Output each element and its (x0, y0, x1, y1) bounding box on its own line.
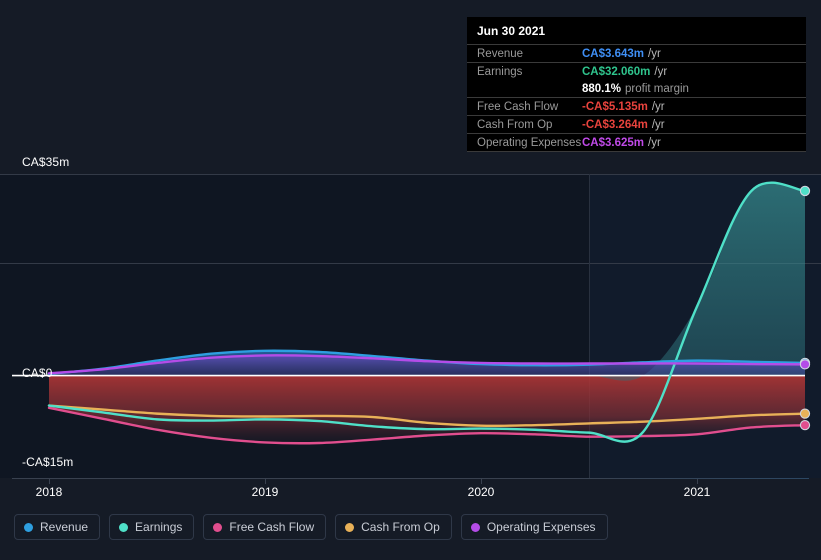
tooltip-profit-margin-row: 880.1% profit margin (467, 80, 806, 97)
legend-item-label: Cash From Op (361, 520, 440, 534)
legend-item-revenue[interactable]: Revenue (14, 514, 101, 540)
tooltip-metric-label: Earnings (477, 65, 523, 78)
legend-item-cash-from-op[interactable]: Cash From Op (335, 514, 452, 540)
x-axis-line (12, 478, 809, 479)
series-endpoint-earnings (799, 185, 811, 197)
y-axis-label-bottom: -CA$15m (22, 455, 74, 469)
tooltip-profit-margin-label: profit margin (625, 82, 689, 95)
y-axis-label-zero: CA$0 (22, 366, 53, 380)
series-endpoint-operating-expenses (799, 359, 811, 370)
legend-item-operating-expenses[interactable]: Operating Expenses (460, 514, 608, 540)
chart-legend: Revenue Earnings Free Cash Flow Cash From O… (14, 514, 608, 540)
legend-item-label: Operating Expenses (486, 520, 596, 534)
area-fill-negative (49, 375, 805, 444)
x-axis-tick (49, 479, 50, 484)
legend-color-dot-icon (24, 522, 33, 532)
tooltip-metric-value: CA$3.643m (582, 47, 645, 60)
x-axis-label-2019: 2019 (251, 485, 279, 499)
tooltip-metric-value: CA$32.060m (582, 65, 651, 78)
financials-chart-widget: CA$35m CA$0 -CA$15m 2018 2019 2020 2021 Jun… (0, 0, 821, 560)
tooltip-profit-margin-value: 880.1% (582, 82, 622, 95)
tooltip-date: Jun 30 2021 (477, 24, 546, 38)
tooltip-metric-label: Revenue (477, 47, 524, 60)
tooltip-metric-unit: /yr (648, 47, 661, 60)
tooltip-metric-unit: /yr (651, 118, 665, 131)
tooltip-row: Free Cash Flow -CA$5.135m/yr (467, 97, 806, 115)
legend-item-label: Earnings (135, 520, 183, 534)
tooltip-metric-unit: /yr (651, 100, 665, 113)
tooltip-rows: Revenue CA$3.643m/yr Earnings CA$32.060m/yr… (467, 44, 806, 152)
x-axis: 2018 2019 2020 2021 (0, 478, 821, 504)
tooltip-metric-label: Cash From Op (477, 118, 553, 131)
x-axis-tick (265, 479, 266, 484)
tooltip-row: Operating Expenses CA$3.625m/yr (467, 133, 806, 151)
x-axis-label-2020: 2020 (467, 485, 495, 499)
x-axis-label-2021: 2021 (683, 485, 711, 499)
tooltip-metric-label: Free Cash Flow (477, 100, 559, 113)
legend-item-label: Free Cash Flow (229, 520, 315, 534)
y-axis-label-top: CA$35m (22, 155, 70, 169)
tooltip-bottom-rule (467, 151, 806, 152)
x-axis-tick (697, 479, 698, 484)
tooltip-row: Revenue CA$3.643m/yr (467, 44, 806, 62)
legend-item-label: Revenue (40, 520, 89, 534)
chart-plot-area (0, 174, 821, 478)
series-endpoint-free-cash-flow (799, 419, 811, 431)
tooltip-metric-label: Operating Expenses (477, 136, 582, 149)
area-fill-earnings (49, 182, 805, 381)
legend-color-dot-icon (345, 522, 355, 532)
series-endpoint-cash-from-op (799, 408, 811, 419)
legend-color-dot-icon (213, 522, 223, 532)
legend-item-earnings[interactable]: Earnings (109, 514, 195, 540)
x-axis-label-2018: 2018 (35, 485, 63, 499)
tooltip-metric-value: CA$3.625m (582, 136, 645, 149)
tooltip-metric-unit: /yr (654, 65, 668, 78)
legend-item-free-cash-flow[interactable]: Free Cash Flow (203, 514, 327, 540)
chart-tooltip: Jun 30 2021 Revenue CA$3.643m/yr Earnings C… (467, 17, 806, 152)
legend-color-dot-icon (119, 522, 129, 532)
legend-color-dot-icon (470, 522, 480, 532)
chart-series-svg (12, 181, 811, 445)
x-axis-tick (481, 479, 482, 484)
tooltip-metric-value: -CA$3.264m (582, 118, 648, 131)
tooltip-row: Cash From Op -CA$3.264m/yr (467, 115, 806, 133)
tooltip-metric-value: -CA$5.135m (582, 100, 648, 113)
tooltip-metric-unit: /yr (648, 136, 661, 149)
tooltip-row: Earnings CA$32.060m/yr (467, 62, 806, 80)
